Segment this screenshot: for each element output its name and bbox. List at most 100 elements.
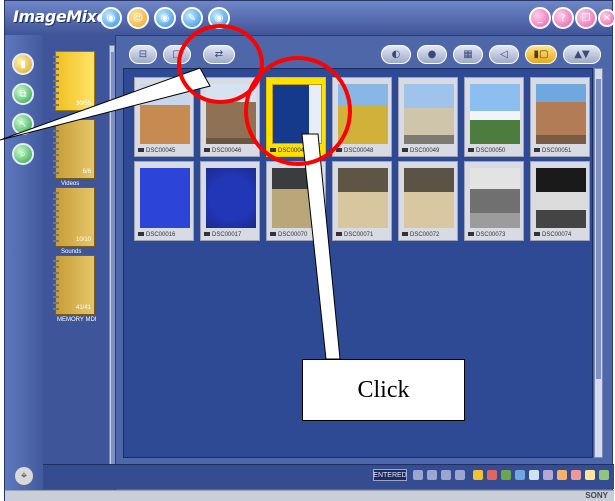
thumbnail[interactable]: DSC00017 bbox=[200, 161, 260, 241]
scroll-arrows-button[interactable]: ▲▼ bbox=[563, 45, 601, 64]
caption-text: DSC00049 bbox=[410, 148, 440, 154]
close-icon[interactable]: ✕ bbox=[598, 9, 615, 27]
camera-icon bbox=[468, 148, 474, 153]
toolbar-right-button[interactable]: ◐ bbox=[381, 45, 411, 64]
next-icon[interactable] bbox=[455, 470, 465, 480]
album-count: 6/6 bbox=[82, 169, 91, 175]
tool-icon[interactable] bbox=[515, 470, 525, 480]
title-bar: ImageMixer ◉ ☺ ◉ ✎ ◉ _ ? ❐ ✕ bbox=[5, 1, 615, 36]
cursor-icon[interactable]: ↖ bbox=[12, 113, 34, 135]
edit-blue-icon[interactable]: ✎ bbox=[181, 7, 203, 29]
person-orange-icon[interactable]: ☺ bbox=[127, 7, 149, 29]
tool-icon[interactable] bbox=[599, 470, 609, 480]
thumbnail[interactable]: DSC00050 bbox=[464, 77, 524, 157]
status-bar: ENTERED bbox=[43, 464, 614, 489]
camera-icon bbox=[204, 232, 210, 237]
bottom-strip: SONY bbox=[5, 490, 614, 501]
tool-icon[interactable] bbox=[473, 470, 483, 480]
camera-icon bbox=[270, 232, 276, 237]
album-list: 30/55 6/6 Videos 10/10 Sounds 41/41 MEMO… bbox=[43, 35, 116, 490]
disc-blue-icon[interactable]: ◉ bbox=[154, 7, 176, 29]
canvas-scrollbar[interactable] bbox=[594, 68, 603, 458]
scroll-thumb[interactable] bbox=[111, 52, 115, 478]
thumbnail-caption: DSC00045 bbox=[138, 148, 175, 154]
tool-icon[interactable] bbox=[557, 470, 567, 480]
search-icon[interactable]: ⌕ bbox=[12, 143, 34, 165]
album-icon[interactable]: ▮ bbox=[12, 53, 34, 75]
screen-image bbox=[470, 168, 520, 228]
root: ImageMixer ◉ ☺ ◉ ✎ ◉ _ ? ❐ ✕ ▮ ⧉ ↖ ⌕ ⌖ 3… bbox=[0, 0, 615, 501]
album-count: 10/10 bbox=[75, 237, 91, 243]
desert-image bbox=[140, 84, 190, 144]
thumbnail-caption: DSC00017 bbox=[204, 232, 241, 238]
album-item[interactable]: 30/55 bbox=[53, 51, 95, 111]
camera-icon bbox=[402, 148, 408, 153]
thumbnail-caption: DSC00070 bbox=[270, 232, 307, 238]
thumbnail-caption: DSC00049 bbox=[402, 148, 439, 154]
prev-icon[interactable] bbox=[427, 470, 437, 480]
thumbnail-caption: DSC00046 bbox=[204, 148, 241, 154]
hall-image bbox=[404, 168, 454, 228]
blue-cartoon-image bbox=[140, 168, 190, 228]
camera-icon bbox=[138, 232, 144, 237]
highlight-ring bbox=[244, 56, 352, 166]
arch-image bbox=[404, 84, 454, 144]
thumbnail-caption: DSC00050 bbox=[468, 148, 505, 154]
caption-text: DSC00046 bbox=[212, 148, 242, 154]
hall-image bbox=[338, 168, 388, 228]
album-item[interactable]: 41/41 bbox=[53, 255, 95, 315]
mouse-icon: ⌖ bbox=[15, 467, 33, 485]
album-scrollbar[interactable] bbox=[109, 45, 115, 485]
tool-icon[interactable] bbox=[487, 470, 497, 480]
thumbnail-caption: DSC00071 bbox=[336, 232, 373, 238]
tool-icon[interactable] bbox=[571, 470, 581, 480]
restore-icon[interactable]: ❐ bbox=[575, 7, 597, 29]
toolbar-right-button[interactable]: ● bbox=[417, 45, 447, 64]
thumbnail-caption: DSC00048 bbox=[336, 148, 373, 154]
thumbnail[interactable]: DSC00072 bbox=[398, 161, 458, 241]
caption-text: DSC00050 bbox=[476, 148, 506, 154]
dark-screen-image bbox=[536, 168, 586, 228]
tool-icon[interactable] bbox=[543, 470, 553, 480]
binder-rings bbox=[53, 192, 59, 242]
help-icon[interactable]: ? bbox=[552, 7, 574, 29]
mode-indicator: ENTERED bbox=[373, 469, 407, 481]
copy-icon[interactable]: ⧉ bbox=[12, 83, 34, 105]
first-icon[interactable] bbox=[413, 470, 423, 480]
camera-icon bbox=[204, 148, 210, 153]
play-icon[interactable] bbox=[441, 470, 451, 480]
album-item[interactable]: 10/10 bbox=[53, 187, 95, 247]
disc-blue-icon[interactable]: ◉ bbox=[100, 7, 122, 29]
caption-text: DSC00016 bbox=[146, 232, 176, 238]
thumbnail[interactable]: DSC00070 bbox=[266, 161, 326, 241]
toolbar-right-button[interactable]: ◁ bbox=[489, 45, 519, 64]
caption-text: DSC00017 bbox=[212, 232, 242, 238]
album-count: 41/41 bbox=[75, 305, 91, 311]
thumbnail-caption: DSC00051 bbox=[534, 148, 571, 154]
tool-icon[interactable] bbox=[501, 470, 511, 480]
binder-rings bbox=[53, 124, 59, 174]
toolbar-right-button[interactable]: ▦ bbox=[453, 45, 483, 64]
caption-text: DSC00045 bbox=[146, 148, 176, 154]
album-item[interactable]: 6/6 bbox=[53, 119, 95, 179]
thumbnail[interactable]: DSC00074 bbox=[530, 161, 590, 241]
camera-icon bbox=[138, 148, 144, 153]
thumbnail[interactable]: DSC00073 bbox=[464, 161, 524, 241]
thumbnail[interactable]: DSC00071 bbox=[332, 161, 392, 241]
thumbnail[interactable]: DSC00045 bbox=[134, 77, 194, 157]
caption-text: DSC00074 bbox=[542, 232, 572, 238]
room-image bbox=[272, 168, 322, 228]
tool-icon[interactable] bbox=[529, 470, 539, 480]
minimize-icon[interactable]: _ bbox=[529, 7, 551, 29]
camera-icon bbox=[468, 232, 474, 237]
thumbnail[interactable]: DSC00051 bbox=[530, 77, 590, 157]
thumbnail[interactable]: DSC00016 bbox=[134, 161, 194, 241]
view-mode-button[interactable]: ▮▢ bbox=[525, 45, 557, 64]
caption-text: DSC00071 bbox=[344, 232, 374, 238]
thumbnail-caption: DSC00072 bbox=[402, 232, 439, 238]
toolbar-left-button[interactable]: ⊟ bbox=[129, 45, 157, 64]
binder-rings bbox=[53, 260, 59, 310]
tool-icon[interactable] bbox=[585, 470, 595, 480]
thumbnail[interactable]: DSC00049 bbox=[398, 77, 458, 157]
scroll-thumb[interactable] bbox=[596, 79, 601, 379]
